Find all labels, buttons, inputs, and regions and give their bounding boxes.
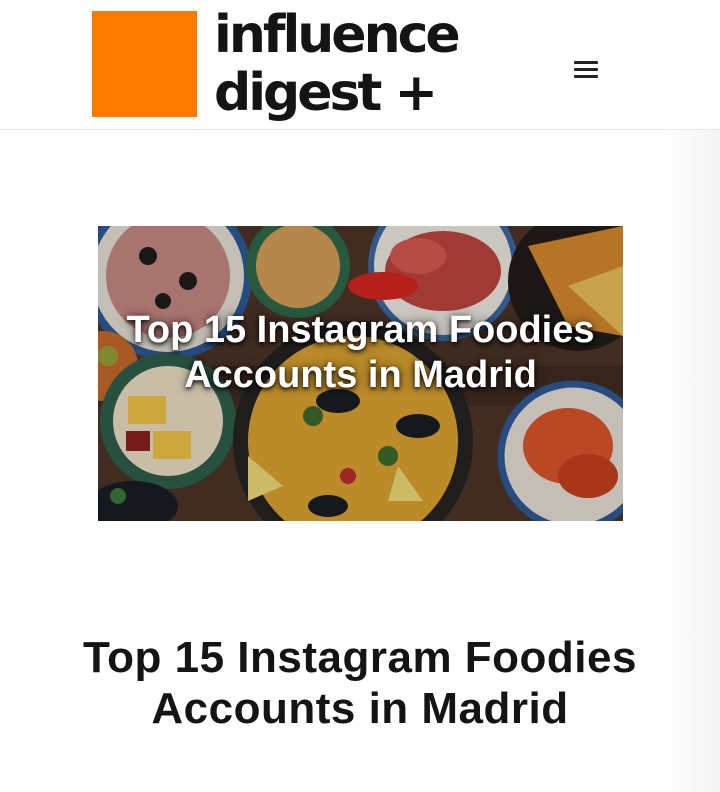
menu-bar — [574, 75, 598, 78]
site-logo[interactable]: influence digest + — [214, 5, 461, 123]
logo-mark[interactable] — [92, 11, 197, 117]
menu-bar — [574, 68, 598, 71]
menu-bar — [574, 61, 598, 64]
page: influence digest + Top 15 Instagram Food… — [0, 0, 720, 792]
logo-line-1: influence — [214, 5, 461, 65]
article-title: Top 15 Instagram Foodies Accounts in Mad… — [83, 633, 637, 733]
featured-image[interactable]: Top 15 Instagram Foodies Accounts in Mad… — [98, 226, 623, 521]
logo-line-2: digest + — [214, 63, 438, 123]
site-header: influence digest + — [0, 0, 720, 130]
featured-image-title: Top 15 Instagram Foodies Accounts in Mad… — [126, 309, 595, 396]
hamburger-menu-icon[interactable] — [570, 55, 602, 83]
